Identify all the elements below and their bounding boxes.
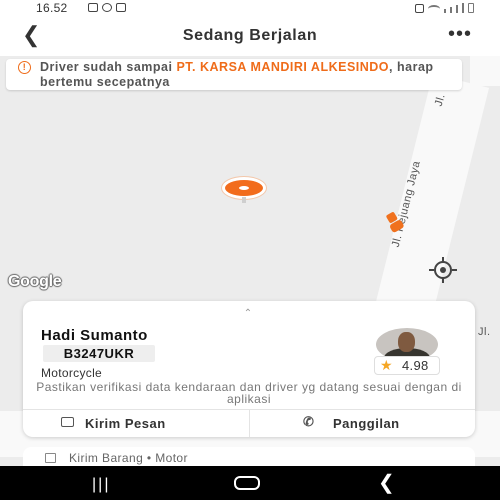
verification-note: Pastikan verifikasi data kendaraan dan d… <box>36 380 462 406</box>
signal-icon <box>444 9 446 13</box>
phone-icon: ✆ <box>303 414 315 429</box>
status-bar: 16.52 <box>0 0 500 16</box>
rating-value: 4.98 <box>402 358 429 373</box>
status-time: 16.52 <box>36 1 68 15</box>
system-nav-bar: ||| ❮ <box>0 466 500 500</box>
arrival-notice: ! Driver sudah sampai PT. KARSA MANDIRI … <box>6 59 462 90</box>
driver-name: Hadi Sumanto <box>41 327 148 344</box>
signal-icon <box>450 7 452 13</box>
road <box>470 56 500 86</box>
page-title: Sedang Berjalan <box>182 27 318 44</box>
chevron-up-icon[interactable]: ⌃ <box>233 309 263 319</box>
google-logo: Google <box>8 273 62 290</box>
road-label: Jl. <box>478 326 491 338</box>
battery-icon <box>468 3 474 13</box>
chat-icon <box>61 417 74 427</box>
recent-apps-icon[interactable]: ||| <box>92 474 110 496</box>
star-icon: ★ <box>380 357 393 373</box>
back-nav-icon[interactable]: ❮ <box>378 472 395 494</box>
info-icon: ! <box>18 61 31 74</box>
gallery-icon <box>88 3 98 12</box>
system-icons <box>415 3 474 13</box>
destination-pin[interactable] <box>222 177 266 203</box>
driver-rating: ★ 4.98 <box>374 356 440 375</box>
call-button[interactable]: ✆ Panggilan <box>249 410 475 437</box>
notice-location: PT. KARSA MANDIRI ALKESINDO <box>176 60 390 74</box>
license-plate: B3247UKR <box>43 345 155 362</box>
car-icon <box>116 3 126 12</box>
my-location-icon[interactable] <box>428 257 458 283</box>
alarm-icon <box>415 4 424 13</box>
send-message-button[interactable]: Kirim Pesan <box>23 410 249 437</box>
app-header: ❮ Sedang Berjalan ••• <box>0 16 500 56</box>
more-horizontal-icon[interactable]: ••• <box>448 24 472 44</box>
wifi-icon <box>428 5 440 13</box>
package-icon <box>45 453 56 463</box>
notice-text: Driver sudah sampai PT. KARSA MANDIRI AL… <box>40 60 434 89</box>
signal-icon <box>462 3 464 13</box>
send-message-label: Kirim Pesan <box>85 416 166 431</box>
signal-icon <box>456 5 458 13</box>
notification-icons <box>88 3 126 12</box>
service-label: Kirim Barang • Motor <box>69 451 188 465</box>
call-label: Panggilan <box>333 416 400 431</box>
driver-card: ⌃ Hadi Sumanto B3247UKR Motorcycle ★ 4.9… <box>23 301 475 437</box>
vehicle-type: Motorcycle <box>41 366 103 380</box>
home-icon[interactable] <box>234 476 260 490</box>
b-icon <box>102 3 112 12</box>
